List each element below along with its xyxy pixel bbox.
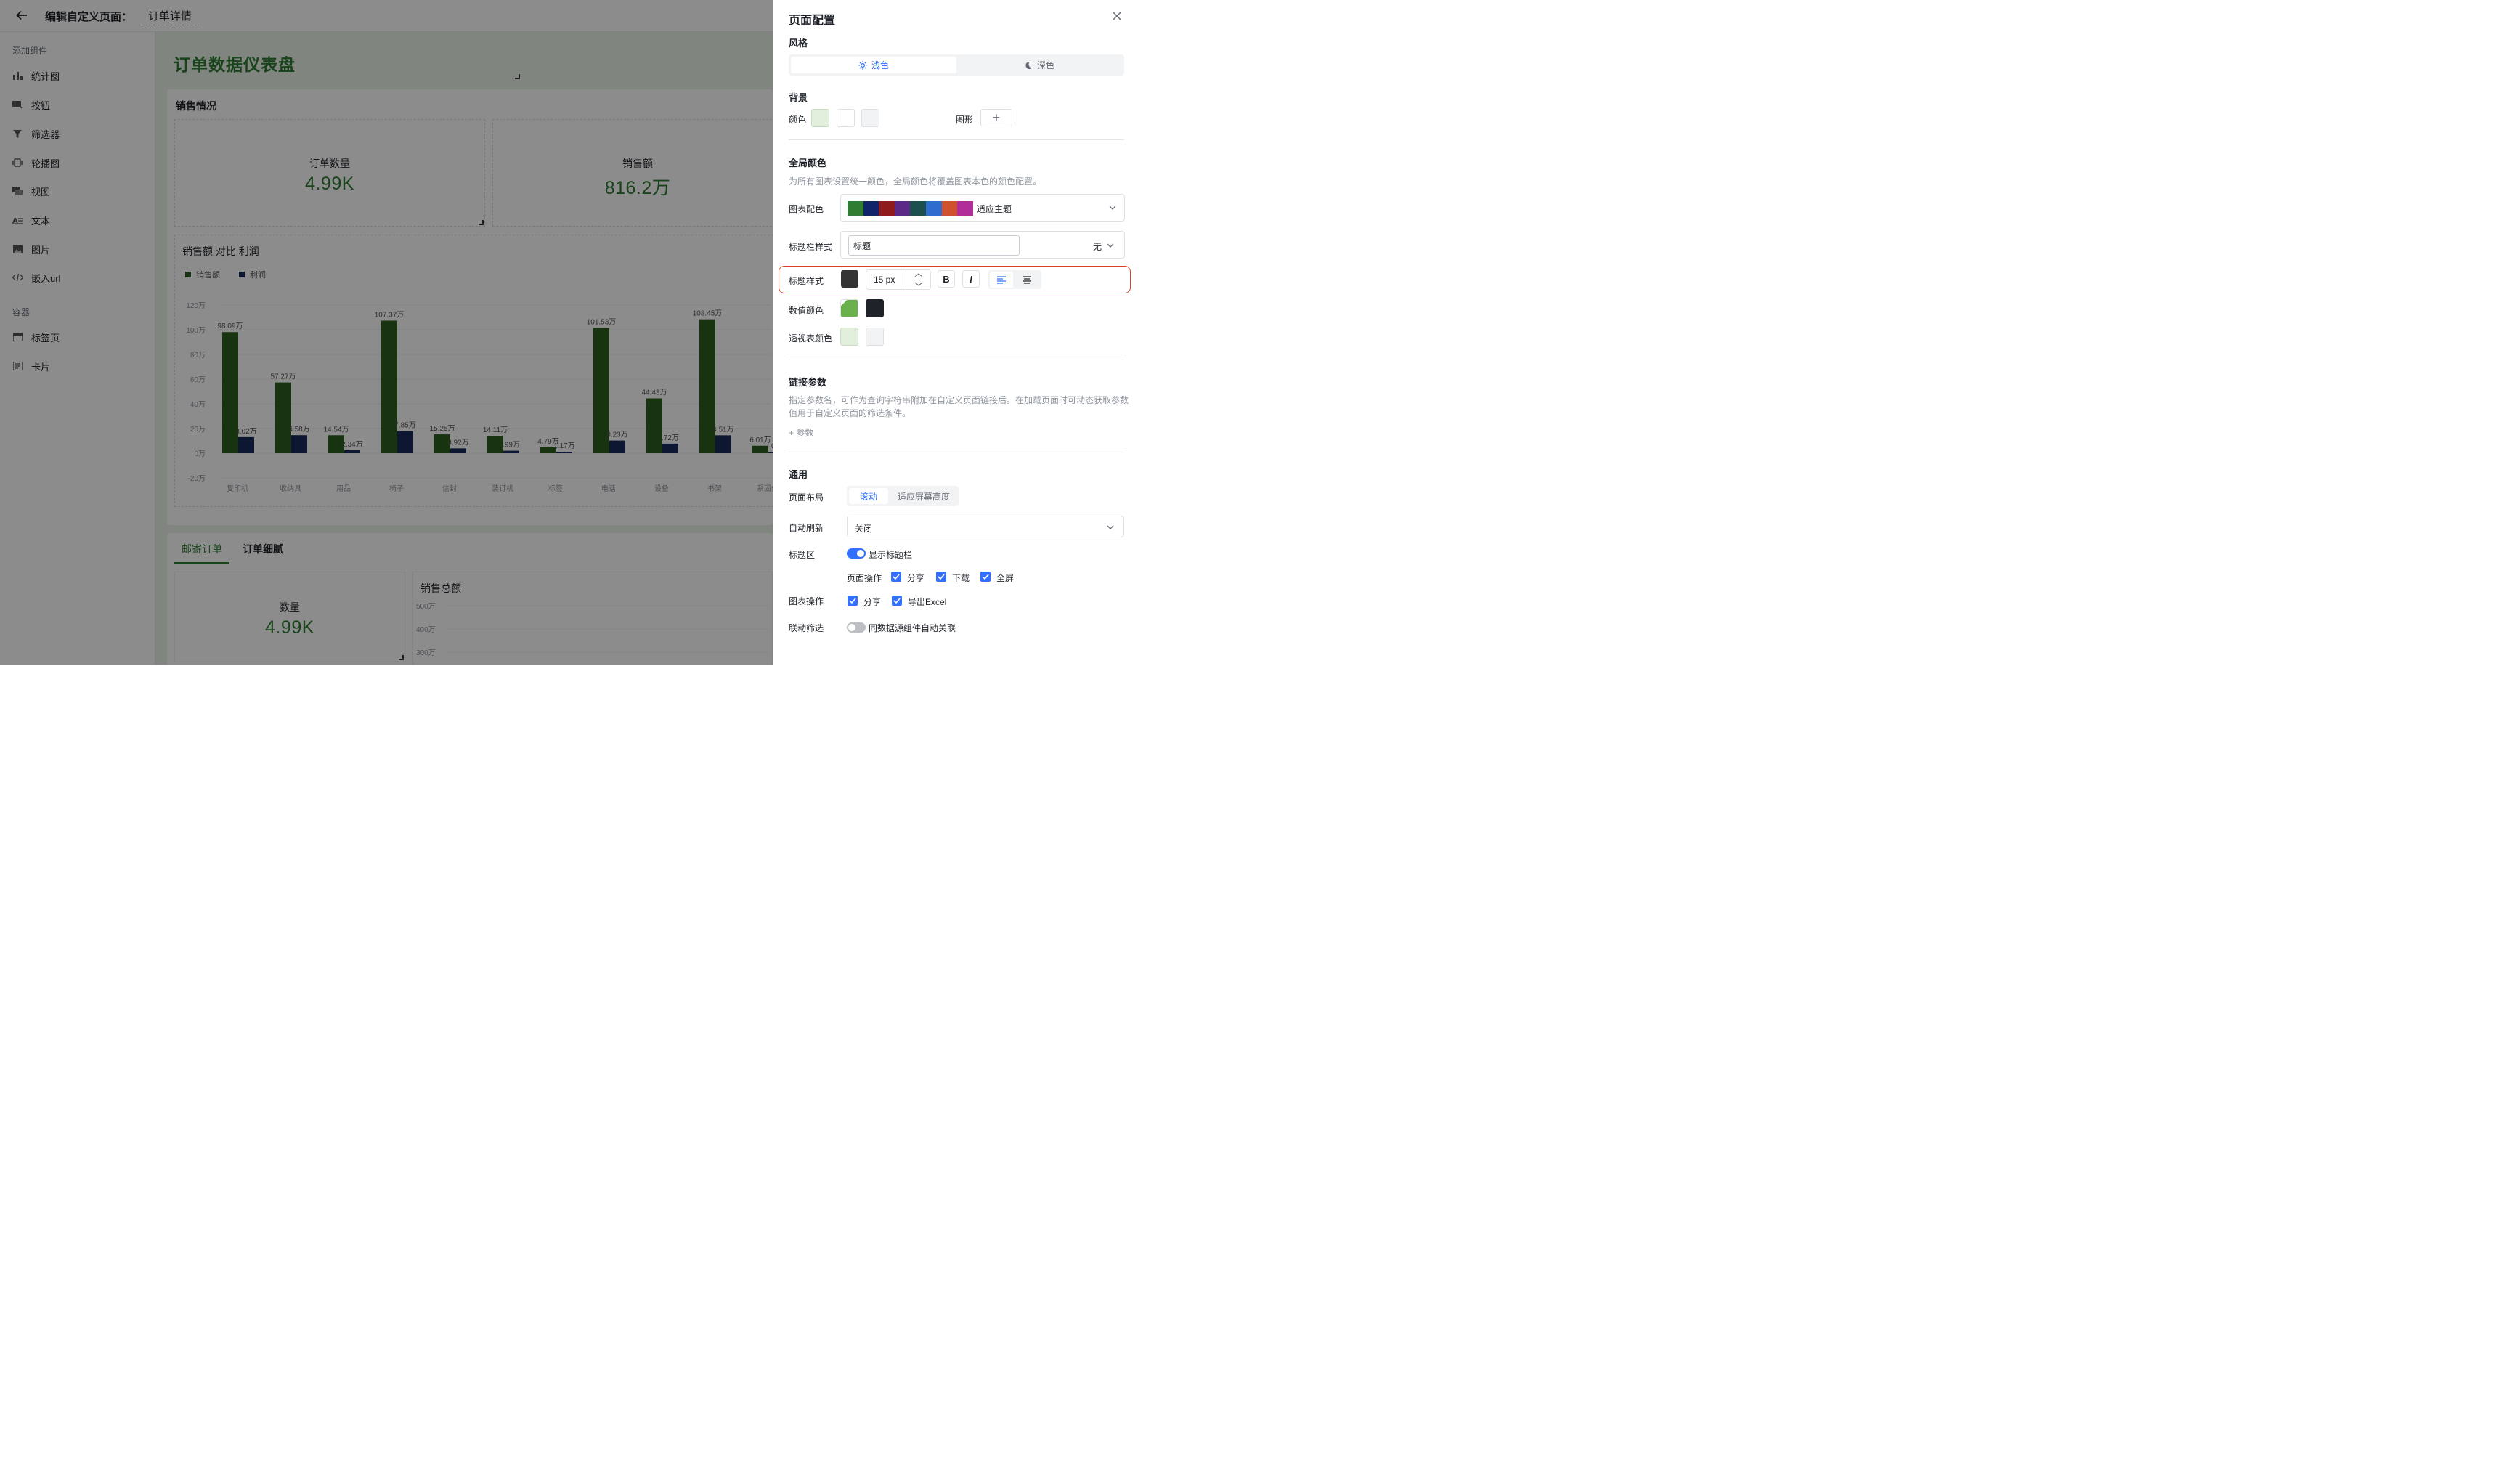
page-config-panel: 页面配置 风格 浅色 深色 背景 颜色 图形 + 全局颜色 为所有图表设置统一颜… bbox=[773, 0, 1136, 665]
toggle-knob bbox=[848, 624, 855, 631]
palette-color-4 bbox=[910, 201, 926, 216]
global-color-desc: 为所有图表设置统一颜色，全局颜色将覆盖图表本色的颜色配置。 bbox=[789, 176, 1042, 187]
modal-overlay[interactable] bbox=[0, 0, 773, 665]
bg-color-swatch-white[interactable] bbox=[837, 109, 855, 127]
theme-light-option[interactable]: 浅色 bbox=[791, 57, 956, 73]
title-style-label: 标题样式 bbox=[789, 276, 824, 286]
section-link-params: 链接参数 bbox=[789, 377, 827, 388]
plus-icon: + bbox=[992, 110, 1001, 125]
palette-color-0 bbox=[848, 201, 863, 216]
checkbox-label: 分享 bbox=[863, 597, 882, 607]
align-center-icon bbox=[1023, 276, 1031, 284]
page-op-download-checkbox[interactable] bbox=[936, 572, 946, 582]
linkage-filter-text: 同数据源组件自动关联 bbox=[869, 623, 956, 633]
font-size-input[interactable]: 15 px bbox=[866, 269, 931, 290]
font-size-value: 15 px bbox=[874, 275, 895, 285]
theme-dark-option[interactable]: 深色 bbox=[956, 57, 1122, 73]
chevron-down-icon bbox=[1109, 206, 1116, 210]
align-center-button[interactable] bbox=[1015, 272, 1039, 288]
auto-refresh-select[interactable]: 关闭 bbox=[847, 516, 1124, 537]
layout-switch: 滚动 适应屏幕高度 bbox=[847, 486, 959, 506]
check-icon bbox=[849, 598, 856, 604]
palette-color-6 bbox=[941, 201, 958, 216]
pivot-color-label: 透视表颜色 bbox=[789, 333, 833, 344]
bg-color-swatch-green[interactable] bbox=[811, 109, 829, 127]
divider bbox=[789, 139, 1124, 140]
chevron-down-icon bbox=[1107, 525, 1114, 529]
value-color-label: 数值颜色 bbox=[789, 306, 824, 316]
palette-color-7 bbox=[957, 201, 973, 216]
chart-op-export-excel-checkbox[interactable] bbox=[892, 596, 902, 606]
title-bar-select-value[interactable]: 无 bbox=[1093, 240, 1102, 253]
title-color-picker[interactable] bbox=[841, 270, 858, 288]
font-size-stepper[interactable] bbox=[906, 270, 930, 289]
pivot-color-swatch-green[interactable] bbox=[840, 328, 858, 346]
bg-color-label: 颜色 bbox=[789, 115, 807, 125]
chevron-down-icon[interactable] bbox=[1107, 242, 1114, 249]
section-general: 通用 bbox=[789, 469, 808, 480]
value-color-swatch-green[interactable] bbox=[840, 299, 858, 317]
add-param-button[interactable]: + 参数 bbox=[789, 426, 813, 439]
theme-dark-label: 深色 bbox=[1036, 60, 1054, 70]
pivot-color-swatch-gray[interactable] bbox=[866, 328, 884, 346]
stepper-arrows-icon bbox=[914, 273, 923, 286]
moon-icon bbox=[1025, 61, 1032, 69]
section-global-color: 全局颜色 bbox=[789, 158, 827, 168]
bg-shape-label: 图形 bbox=[956, 115, 974, 125]
palette-preview bbox=[848, 201, 973, 216]
palette-color-5 bbox=[925, 201, 942, 216]
palette-color-3 bbox=[894, 201, 911, 216]
palette-value: 适应主题 bbox=[977, 204, 1012, 214]
section-style: 风格 bbox=[789, 38, 808, 49]
alignment-group bbox=[988, 270, 1041, 289]
chart-palette-select[interactable]: 适应主题 bbox=[840, 194, 1125, 222]
align-left-button[interactable] bbox=[990, 272, 1013, 288]
show-title-bar-label: 显示标题栏 bbox=[869, 550, 913, 560]
checkbox-label: 全屏 bbox=[996, 573, 1015, 583]
toggle-knob bbox=[857, 550, 864, 557]
value-color-swatch-dark[interactable] bbox=[866, 299, 884, 317]
checkbox-label: 分享 bbox=[907, 573, 925, 583]
theme-switch: 浅色 深色 bbox=[789, 54, 1124, 76]
layout-scroll-option[interactable]: 滚动 bbox=[849, 488, 888, 504]
palette-color-2 bbox=[879, 201, 895, 216]
title-bar-style-row: 标题 无 bbox=[840, 231, 1125, 259]
show-title-bar-toggle[interactable] bbox=[847, 548, 866, 559]
page-op-fullscreen-checkbox[interactable] bbox=[980, 572, 991, 582]
check-icon bbox=[893, 598, 901, 604]
checkbox-label: 下载 bbox=[952, 573, 970, 583]
page-ops-label: 页面操作 bbox=[847, 573, 882, 583]
editor-area: 编辑自定义页面： 订单详情 添加组件 统计图 按钮 筛选器 轮播图 视图 A 文… bbox=[0, 0, 773, 665]
check-icon bbox=[938, 574, 945, 580]
title-bar-style-label: 标题栏样式 bbox=[789, 242, 833, 252]
linkage-filter-label: 联动筛选 bbox=[789, 623, 824, 633]
section-background: 背景 bbox=[789, 92, 808, 103]
page-op-share-checkbox[interactable] bbox=[891, 572, 901, 582]
bold-button[interactable]: B bbox=[938, 270, 955, 288]
link-params-desc: 指定参数名，可作为查询字符串附加在自定义页面链接后。在加载页面时可动态获取参数值… bbox=[789, 395, 1129, 418]
add-shape-button[interactable]: + bbox=[980, 109, 1012, 126]
align-left-icon bbox=[997, 276, 1006, 284]
chart-palette-label: 图表配色 bbox=[789, 204, 824, 214]
title-area-label: 标题区 bbox=[789, 550, 816, 560]
chart-op-share-checkbox[interactable] bbox=[848, 596, 858, 606]
close-icon[interactable] bbox=[1111, 10, 1123, 22]
auto-refresh-value: 关闭 bbox=[855, 524, 873, 534]
title-bar-text-input[interactable]: 标题 bbox=[848, 235, 1020, 256]
chart-ops-label: 图表操作 bbox=[789, 596, 824, 606]
linkage-filter-toggle[interactable] bbox=[847, 622, 866, 633]
layout-label: 页面布局 bbox=[789, 492, 824, 503]
auto-refresh-label: 自动刷新 bbox=[789, 523, 824, 533]
palette-color-1 bbox=[863, 201, 879, 216]
check-icon bbox=[893, 574, 900, 580]
bg-color-swatch-gray[interactable] bbox=[861, 109, 879, 127]
layout-fit-screen-option[interactable]: 适应屏幕高度 bbox=[890, 488, 957, 504]
panel-title: 页面配置 bbox=[789, 15, 836, 27]
check-icon bbox=[982, 574, 989, 580]
sun-icon bbox=[858, 60, 867, 70]
theme-light-label: 浅色 bbox=[871, 60, 889, 70]
checkbox-label: 导出Excel bbox=[908, 597, 947, 607]
italic-button[interactable]: I bbox=[962, 270, 980, 288]
